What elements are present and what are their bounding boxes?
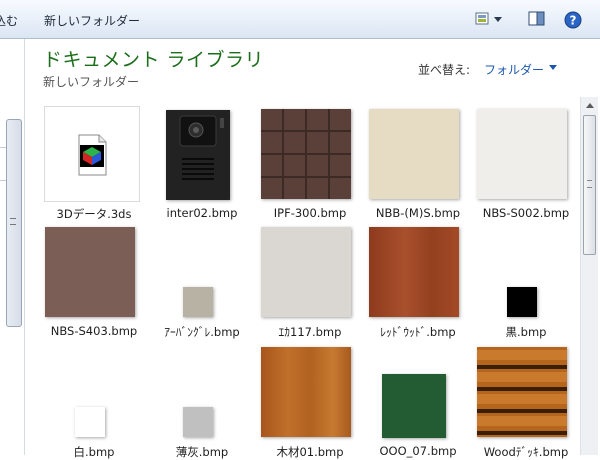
file-name: Woodﾃﾞｯｷ.bmp	[483, 445, 569, 459]
file-item[interactable]: 木材01.bmp	[254, 338, 362, 459]
texture-thumbnail	[45, 227, 135, 317]
color-swatch-thumbnail	[75, 407, 105, 437]
scroll-up-arrow-icon[interactable]	[581, 97, 598, 113]
library-header: ドキュメント ライブラリ 新しいフォルダー 並べ替え: フォルダー	[25, 39, 580, 97]
texture-thumbnail	[369, 109, 459, 199]
vertical-scrollbar[interactable]	[580, 97, 598, 455]
scrollbar-thumb[interactable]	[583, 115, 596, 255]
toolbar-truncated-button[interactable]: 込む	[0, 12, 18, 29]
file-item[interactable]: IPF-300.bmp	[254, 100, 362, 220]
wood-thumbnail	[261, 347, 351, 437]
file-item[interactable]: 白.bmp	[38, 338, 146, 459]
arrange-by-dropdown[interactable]: フォルダー	[484, 61, 544, 78]
intercom-thumbnail	[166, 110, 230, 200]
scroll-grip-icon	[10, 218, 16, 225]
file-item[interactable]: ｱｰﾊﾞﾝｸﾞﾚ.bmp	[146, 218, 254, 339]
file-item[interactable]: 黒.bmp	[470, 218, 578, 339]
view-options-icon[interactable]	[475, 11, 503, 30]
color-swatch-thumbnail	[183, 407, 213, 437]
file-item[interactable]: inter02.bmp	[146, 100, 254, 220]
wood-deck-thumbnail	[477, 347, 567, 437]
color-swatch-thumbnail	[183, 287, 213, 317]
navigation-pane[interactable]	[0, 39, 25, 455]
file-item[interactable]: ﾚｯﾄﾞｳｯﾄﾞ.bmp	[362, 218, 470, 339]
command-bar: 込む 新しいフォルダー ?	[0, 0, 600, 39]
file-item[interactable]: NBS-S002.bmp	[470, 100, 578, 220]
svg-text:?: ?	[570, 14, 577, 28]
file-item[interactable]: OOO_07.bmp	[362, 338, 470, 458]
new-folder-button[interactable]: 新しいフォルダー	[44, 12, 140, 29]
file-item[interactable]: 薄灰.bmp	[146, 338, 254, 459]
file-item[interactable]: NBB-(M)S.bmp	[362, 100, 470, 220]
color-swatch-thumbnail	[507, 287, 537, 317]
arrange-by-label: 並べ替え:	[418, 63, 471, 77]
file-grid: 3Dデータ.3ds inter02.bmp IPF-300.bmp NBB-(M…	[25, 98, 580, 459]
file-item[interactable]: ｴｶ117.bmp	[254, 218, 362, 339]
3ds-file-icon	[78, 134, 107, 176]
tile-thumbnail	[261, 109, 351, 199]
file-name: NBS-S403.bmp	[50, 324, 138, 338]
preview-pane-icon[interactable]	[528, 11, 546, 30]
texture-thumbnail	[261, 227, 351, 317]
color-swatch-thumbnail	[382, 374, 446, 438]
file-name: 薄灰.bmp	[175, 445, 229, 459]
file-name: 白.bmp	[73, 445, 115, 459]
scroll-grip-icon	[587, 180, 592, 188]
redwood-thumbnail	[369, 227, 459, 317]
texture-thumbnail	[477, 109, 567, 199]
nav-pane-scrollbar[interactable]	[6, 119, 22, 327]
file-item[interactable]: 3Dデータ.3ds	[38, 100, 146, 221]
file-name: OOO_07.bmp	[379, 444, 457, 458]
file-name: 木材01.bmp	[276, 445, 344, 459]
library-title: ドキュメント ライブラリ	[43, 49, 265, 71]
help-icon[interactable]: ?	[564, 11, 582, 32]
current-folder-label: 新しいフォルダー	[43, 75, 140, 89]
file-item[interactable]: Woodﾃﾞｯｷ.bmp	[470, 338, 578, 459]
file-item[interactable]: NBS-S403.bmp	[38, 218, 146, 338]
chevron-down-icon[interactable]	[549, 65, 557, 70]
file-thumbnail	[44, 106, 140, 202]
